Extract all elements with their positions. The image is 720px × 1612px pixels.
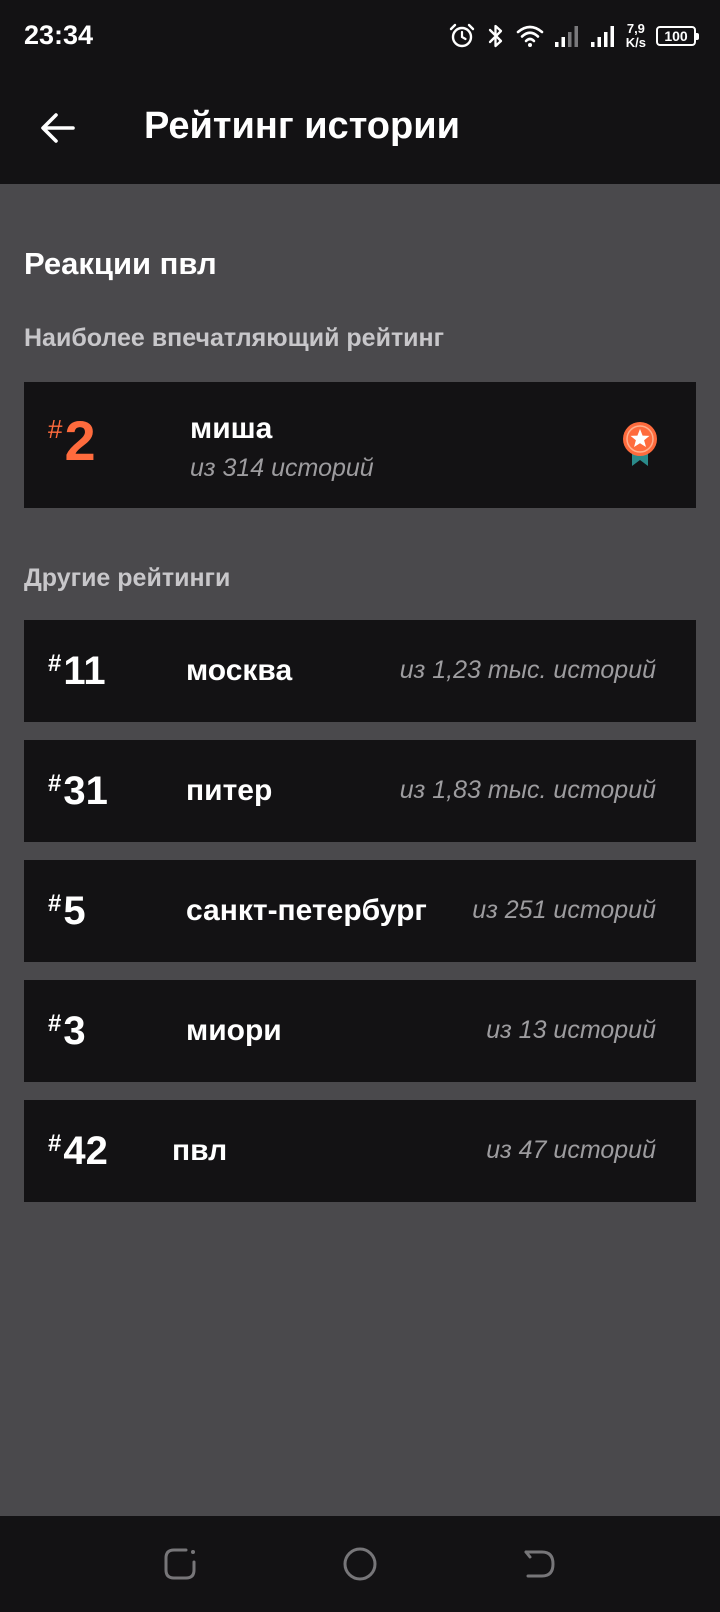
rank-number: 42 <box>63 1129 108 1173</box>
rating-row[interactable]: # 31 питер из 1,83 тыс. историй <box>24 740 696 842</box>
alarm-icon <box>449 23 474 48</box>
top-rating-count: из 314 историй <box>190 454 374 482</box>
rating-rank: # 3 <box>48 1008 86 1054</box>
section-title: Реакции пвл <box>24 246 217 281</box>
system-nav-bar <box>0 1516 720 1612</box>
rating-rank: # 5 <box>48 888 86 934</box>
rank-hash: # <box>48 414 63 444</box>
status-bar: 23:34 7,9 K/s 100 <box>0 0 720 72</box>
net-speed: 7,9 K/s <box>626 22 646 50</box>
rating-count: из 47 историй <box>486 1136 656 1164</box>
back-nav-icon[interactable] <box>520 1544 560 1584</box>
rank-hash: # <box>48 650 62 677</box>
rating-rank: # 11 <box>48 648 106 694</box>
rating-name: москва <box>186 654 293 687</box>
status-icons: 7,9 K/s 100 <box>448 18 699 54</box>
battery-level: 100 <box>664 28 688 44</box>
rating-rank: # 31 <box>48 768 108 814</box>
rating-count: из 13 историй <box>486 1016 656 1044</box>
rank-number: 5 <box>63 889 86 933</box>
rating-name: миори <box>186 1014 282 1047</box>
page-title: Рейтинг истории <box>144 105 460 147</box>
recents-icon[interactable] <box>160 1544 200 1584</box>
rating-name: питер <box>186 774 273 807</box>
rank-hash: # <box>48 770 62 797</box>
rating-row[interactable]: # 3 миори из 13 историй <box>24 980 696 1082</box>
app-bar: Рейтинг истории <box>0 72 720 184</box>
top-rating-card[interactable]: # 2 миша из 314 историй <box>24 382 696 508</box>
other-ratings-heading: Другие рейтинги <box>24 564 231 592</box>
signal-icon <box>554 26 578 47</box>
signal-icon <box>590 26 614 47</box>
top-rating-name: миша <box>190 412 273 445</box>
rank-number: 3 <box>63 1009 86 1053</box>
rating-rank: # 42 <box>48 1128 108 1174</box>
rating-name: пвл <box>172 1134 228 1167</box>
rating-count: из 1,23 тыс. историй <box>399 656 656 684</box>
top-rating-heading: Наиболее впечатляющий рейтинг <box>24 324 445 352</box>
status-time: 23:34 <box>24 20 94 50</box>
rank-number: 31 <box>63 769 108 813</box>
rating-name: санкт-петербург <box>186 894 427 927</box>
top-rating-rank: # 2 <box>48 410 96 472</box>
screen: 23:34 7,9 K/s 100 Рейтинг истории Реакци… <box>0 0 720 1612</box>
rating-count: из 251 историй <box>472 896 656 924</box>
net-speed-unit: K/s <box>625 35 646 50</box>
arrow-left-icon <box>41 113 75 143</box>
rank-hash: # <box>48 890 62 917</box>
rating-row[interactable]: # 5 санкт-петербург из 251 историй <box>24 860 696 962</box>
rank-number: 2 <box>64 409 96 472</box>
battery-icon: 100 <box>656 26 699 46</box>
medal-icon <box>623 422 657 466</box>
rank-hash: # <box>48 1130 62 1157</box>
net-speed-value: 7,9 <box>626 21 645 36</box>
rank-number: 11 <box>63 649 106 693</box>
back-button[interactable] <box>30 100 86 156</box>
rank-hash: # <box>48 1010 62 1037</box>
wifi-icon <box>516 25 544 47</box>
bluetooth-icon <box>488 24 502 48</box>
home-icon[interactable] <box>340 1544 380 1584</box>
rating-row[interactable]: # 42 пвл из 47 историй <box>24 1100 696 1202</box>
rating-count: из 1,83 тыс. историй <box>399 776 656 804</box>
rating-row[interactable]: # 11 москва из 1,23 тыс. историй <box>24 620 696 722</box>
